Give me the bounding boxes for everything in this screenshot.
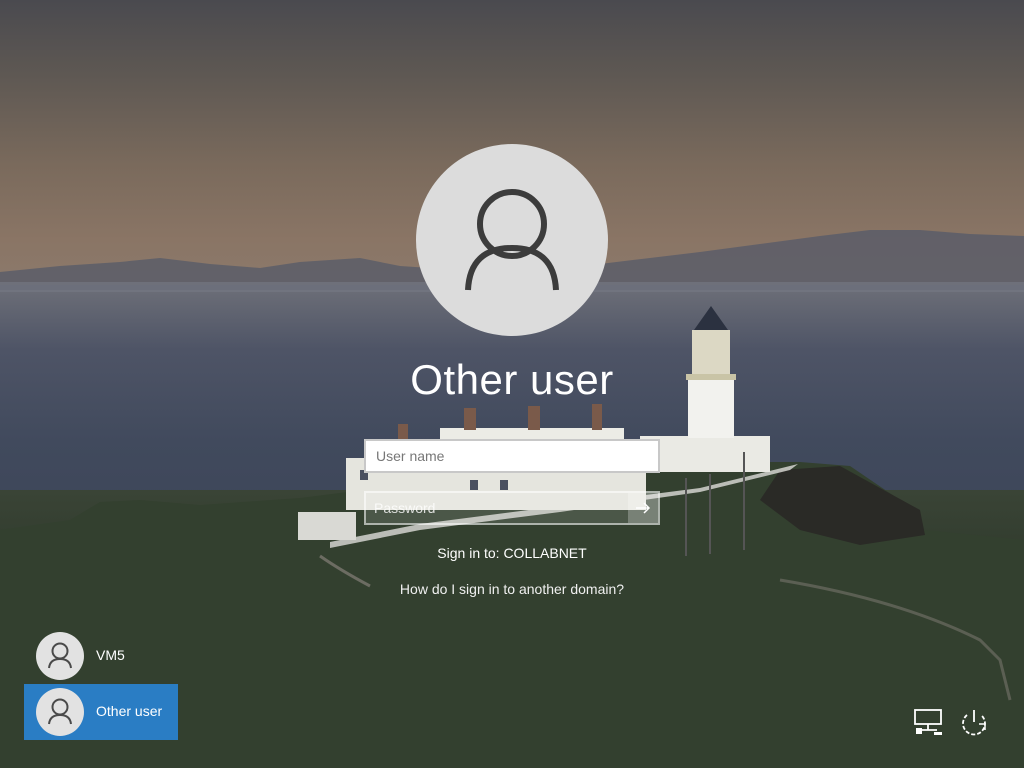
- password-input[interactable]: [366, 493, 644, 523]
- avatar: [36, 688, 84, 736]
- avatar: [36, 632, 84, 680]
- user-icon: [465, 189, 559, 291]
- user-list-item-label: Other user: [96, 703, 163, 719]
- username-input[interactable]: [364, 439, 660, 473]
- power-icon: [962, 710, 986, 736]
- password-field-container: [364, 491, 660, 525]
- user-avatar-large: [416, 144, 608, 336]
- arrow-right-icon: [636, 502, 651, 514]
- user-icon: [48, 642, 72, 669]
- user-list-item-label: VM5: [96, 647, 125, 663]
- user-list-item-other-user[interactable]: Other user: [24, 684, 178, 740]
- another-domain-help-link[interactable]: How do I sign in to another domain?: [0, 581, 1024, 597]
- selected-user-name: Other user: [410, 356, 614, 403]
- power-button[interactable]: [957, 706, 991, 740]
- sign-in-domain-text: Sign in to: COLLABNET: [437, 545, 587, 561]
- submit-button[interactable]: [628, 493, 658, 523]
- user-list-item-vm5[interactable]: VM5: [24, 628, 178, 684]
- network-button[interactable]: [911, 706, 945, 740]
- user-icon: [48, 698, 72, 725]
- network-icon: [914, 709, 942, 735]
